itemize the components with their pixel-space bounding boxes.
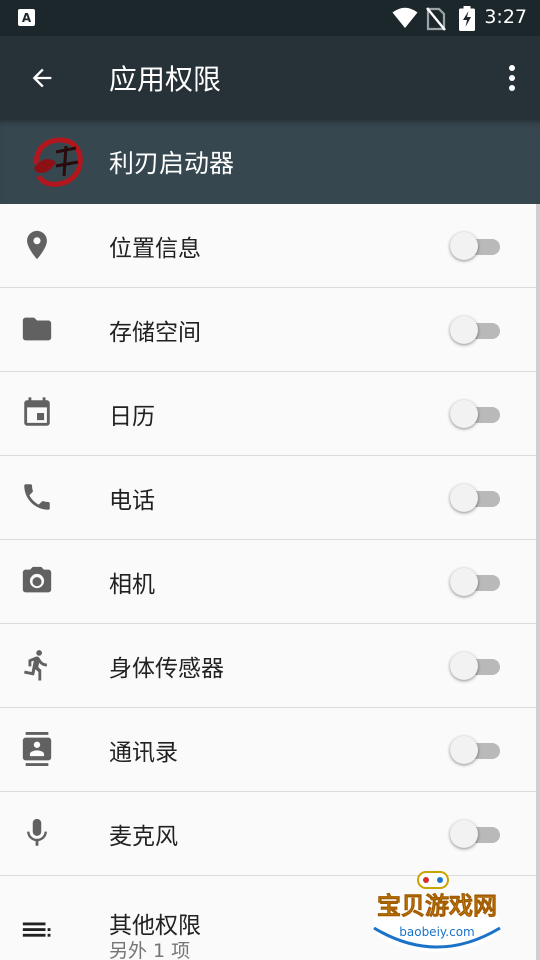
permission-label: 存储空间 <box>109 320 201 346</box>
status-bar: A 3:27 <box>0 0 540 36</box>
folder-icon <box>22 317 52 341</box>
status-time: 3:27 <box>484 6 527 28</box>
camera-icon <box>22 566 52 593</box>
calendar-icon <box>24 397 50 426</box>
app-bar: 应用权限 <box>0 36 540 120</box>
permission-switch[interactable] <box>448 651 502 681</box>
permission-list: 位置信息 存储空间 日历 电话 相机 身体传感器 通讯录 麦克风 其他权限 另外… <box>0 204 540 960</box>
permission-switch[interactable] <box>448 567 502 597</box>
screen: A 3:27 应用权限 利刃启动器 位置信息 存储空间 日历 电话 相机 身体传… <box>0 0 540 960</box>
permission-label: 麦克风 <box>109 824 178 850</box>
permission-row-contacts[interactable]: 通讯录 <box>0 708 540 792</box>
permission-switch[interactable] <box>448 735 502 765</box>
running-person-icon <box>24 650 47 681</box>
permission-label: 日历 <box>109 404 155 430</box>
permission-row-calendar[interactable]: 日历 <box>0 372 540 456</box>
wifi-icon <box>392 7 418 28</box>
other-permissions-label: 其他权限 <box>109 913 201 939</box>
notification-icon: A <box>18 9 35 26</box>
permission-switch[interactable] <box>448 483 502 513</box>
permission-row-body-sensors[interactable]: 身体传感器 <box>0 624 540 708</box>
permission-row-storage[interactable]: 存储空间 <box>0 288 540 372</box>
arrow-back-icon[interactable] <box>28 64 56 92</box>
other-permissions-count: 另外 1 项 <box>109 940 191 960</box>
permission-switch[interactable] <box>448 315 502 345</box>
page-title: 应用权限 <box>109 63 222 96</box>
permission-label: 通讯录 <box>109 740 178 766</box>
app-logo <box>33 137 83 187</box>
permission-switch[interactable] <box>448 231 502 261</box>
contacts-icon <box>22 732 52 766</box>
phone-icon <box>24 484 50 510</box>
app-name: 利刃启动器 <box>109 149 235 178</box>
microphone-icon <box>27 818 47 846</box>
svg-text:baobeiy.com: baobeiy.com <box>399 925 474 939</box>
permission-label: 相机 <box>109 572 155 598</box>
list-icon <box>22 922 51 937</box>
permission-label: 身体传感器 <box>109 656 224 682</box>
permission-label: 电话 <box>109 488 155 514</box>
watermark-logo: 宝贝游戏网 baobeiy.com <box>373 871 501 952</box>
permission-switch[interactable] <box>448 399 502 429</box>
scrollbar[interactable] <box>536 204 540 960</box>
more-vert-icon[interactable] <box>508 64 516 92</box>
location-icon <box>27 230 47 260</box>
permission-row-location[interactable]: 位置信息 <box>0 204 540 288</box>
battery-charging-icon <box>459 6 475 31</box>
permission-row-camera[interactable]: 相机 <box>0 540 540 624</box>
permission-row-microphone[interactable]: 麦克风 <box>0 792 540 876</box>
permission-switch[interactable] <box>448 819 502 849</box>
permission-row-phone[interactable]: 电话 <box>0 456 540 540</box>
no-sim-icon <box>426 7 446 31</box>
permission-label: 位置信息 <box>109 236 201 262</box>
app-header: 利刃启动器 <box>0 120 540 204</box>
svg-text:宝贝游戏网: 宝贝游戏网 <box>377 892 497 920</box>
